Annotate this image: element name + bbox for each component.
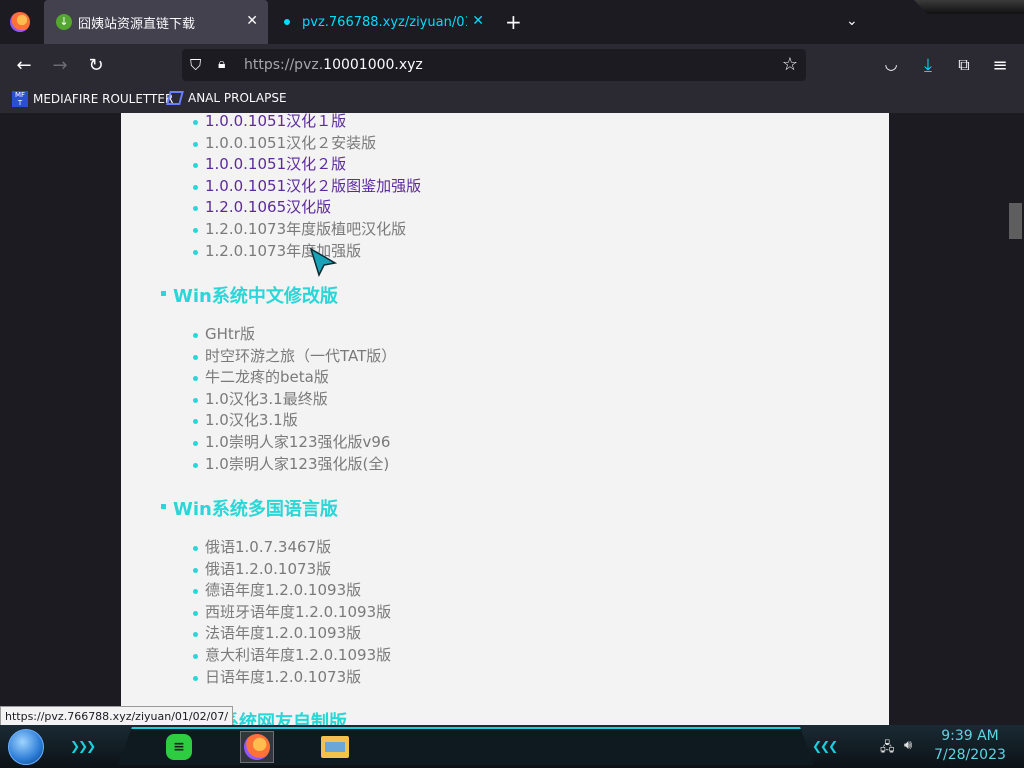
window-frame-decoration xyxy=(914,0,1024,14)
network-icon[interactable]: 🖧︎ xyxy=(880,738,895,760)
list-item[interactable]: 1.0.0.1051汉化１版 xyxy=(192,113,421,133)
taskbar-apps-band xyxy=(118,727,814,765)
tab-active[interactable]: ↓ 囧姨站资源直链下载 ✕ xyxy=(44,0,268,44)
download-icon[interactable]: ⤓ xyxy=(917,55,939,76)
bookmark-mediafire[interactable]: MF T MEDIAFIRE ROULETTER xyxy=(12,91,173,107)
multilang-list: 俄语1.0.7.3467版 俄语1.2.0.1073版 德语年度1.2.0.10… xyxy=(192,537,391,689)
attention-dot-icon xyxy=(284,19,290,25)
list-item[interactable]: 1.0.0.1051汉化２版图鉴加强版 xyxy=(192,176,421,198)
shield-icon[interactable]: ⛉ xyxy=(190,56,201,74)
start-button[interactable] xyxy=(8,729,44,765)
firefox-task-button[interactable] xyxy=(240,731,274,763)
back-arrow-icon[interactable]: ← xyxy=(13,55,35,76)
section-title[interactable]: Win系统多国语言版 xyxy=(161,495,338,521)
forward-arrow-icon[interactable]: → xyxy=(49,55,71,76)
firefox-icon[interactable] xyxy=(10,12,30,32)
lock-icon[interactable]: 🔒︎ xyxy=(218,56,225,72)
bookmark-label: ANAL PROLAPSE xyxy=(188,91,287,105)
list-item[interactable]: 时空环游之旅（一代TAT版） xyxy=(192,346,396,368)
pocket-icon[interactable]: ◡ xyxy=(880,55,902,73)
cn-mod-list: GHtr版 时空环游之旅（一代TAT版） 牛二龙疼的beta版 1.0汉化3.1… xyxy=(192,324,396,476)
scrollbar-thumb[interactable] xyxy=(1009,203,1022,239)
extensions-icon[interactable]: ⧉ xyxy=(953,55,975,75)
firefox-icon xyxy=(244,734,270,760)
list-item[interactable]: 1.2.0.1073年度版植吧汉化版 xyxy=(192,219,421,241)
file-explorer-button[interactable] xyxy=(318,731,352,763)
download-icon: ↓ xyxy=(56,14,72,30)
section-title[interactable]: 系统网友自制版 xyxy=(209,708,347,725)
chevron-down-icon[interactable]: ⌄ xyxy=(846,13,858,29)
volume-icon[interactable]: 🔊︎ xyxy=(904,738,912,753)
list-item[interactable]: 1.0.0.1051汉化２安装版 xyxy=(192,133,421,155)
new-tab-icon[interactable]: + xyxy=(505,10,522,34)
mediafire-icon: MF T xyxy=(12,91,28,107)
taskbar: ❯❯❯ ≡ ❮❮❮ 🖧︎ 🔊︎ 9:39 AM 7/28/2023 xyxy=(0,725,1024,768)
mouse-cursor-icon xyxy=(309,247,337,277)
version-list-top: 1.0.0.1051汉化１版 1.0.0.1051汉化２安装版 1.0.0.10… xyxy=(192,113,421,262)
list-item[interactable]: 德语年度1.2.0.1093版 xyxy=(192,580,391,602)
star-icon[interactable]: ☆ xyxy=(782,54,798,75)
list-item[interactable]: 1.0.0.1051汉化２版 xyxy=(192,154,421,176)
viewport: 1.0.0.1051汉化１版 1.0.0.1051汉化２安装版 1.0.0.10… xyxy=(0,113,1024,725)
url-text[interactable]: https://pvz.10001000.xyz xyxy=(244,57,423,73)
clock[interactable]: 9:39 AM 7/28/2023 xyxy=(930,727,1010,765)
clock-time: 9:39 AM xyxy=(941,728,999,744)
list-item[interactable]: GHtr版 xyxy=(192,324,396,346)
list-item[interactable]: 1.0汉化3.1最终版 xyxy=(192,389,396,411)
decorative-chevrons-icon: ❮❮❮ xyxy=(812,739,838,753)
bookmark-logo-icon xyxy=(166,91,184,105)
navigation-bar: ← → ↻ ⛉ 🔒︎ https://pvz.10001000.xyz ☆ ◡ … xyxy=(0,44,1024,86)
list-item[interactable]: 1.0崇明人家123强化版v96 xyxy=(192,432,396,454)
notes-icon: ≡ xyxy=(166,734,192,760)
decorative-chevrons-icon: ❯❯❯ xyxy=(70,739,96,753)
list-item[interactable]: 1.0汉化3.1版 xyxy=(192,410,396,432)
list-item[interactable]: 日语年度1.2.0.1073版 xyxy=(192,667,391,689)
list-item[interactable]: 法语年度1.2.0.1093版 xyxy=(192,623,391,645)
clock-date: 7/28/2023 xyxy=(934,747,1006,763)
list-item[interactable]: 俄语1.0.7.3467版 xyxy=(192,537,391,559)
list-item[interactable]: 意大利语年度1.2.0.1093版 xyxy=(192,645,391,667)
list-item[interactable]: 1.0崇明人家123强化版(全) xyxy=(192,454,396,476)
close-icon[interactable]: ✕ xyxy=(472,13,484,29)
tab-bar: ↓ 囧姨站资源直链下载 ✕ pvz.766788.xyz/ziyuan/01/0… xyxy=(0,0,1024,44)
tab-title: pvz.766788.xyz/ziyuan/01/02/07/ xyxy=(302,14,467,30)
list-item[interactable]: 西班牙语年度1.2.0.1093版 xyxy=(192,602,391,624)
notes-app-button[interactable]: ≡ xyxy=(162,731,196,763)
list-item[interactable]: 俄语1.2.0.1073版 xyxy=(192,559,391,581)
section-title[interactable]: Win系统中文修改版 xyxy=(161,282,338,308)
tab-inactive[interactable]: pvz.766788.xyz/ziyuan/01/02/07/ ✕ xyxy=(272,0,494,44)
tab-title: 囧姨站资源直链下载 xyxy=(78,16,196,32)
list-item[interactable]: 1.2.0.1065汉化版 xyxy=(192,197,421,219)
status-url: https://pvz.766788.xyz/ziyuan/01/02/07/ xyxy=(0,706,234,726)
folder-icon xyxy=(321,736,349,758)
bookmark-second[interactable]: ANAL PROLAPSE xyxy=(166,91,287,105)
menu-icon[interactable]: ≡ xyxy=(989,55,1011,76)
close-icon[interactable]: ✕ xyxy=(246,13,258,29)
reload-icon[interactable]: ↻ xyxy=(85,55,107,76)
bookmark-label: MEDIAFIRE ROULETTER xyxy=(33,92,174,106)
list-item[interactable]: 牛二龙疼的beta版 xyxy=(192,367,396,389)
bookmarks-toolbar: MF T MEDIAFIRE ROULETTER ANAL PROLAPSE xyxy=(0,86,1024,113)
url-bar[interactable]: ⛉ 🔒︎ https://pvz.10001000.xyz ☆ xyxy=(182,49,806,81)
